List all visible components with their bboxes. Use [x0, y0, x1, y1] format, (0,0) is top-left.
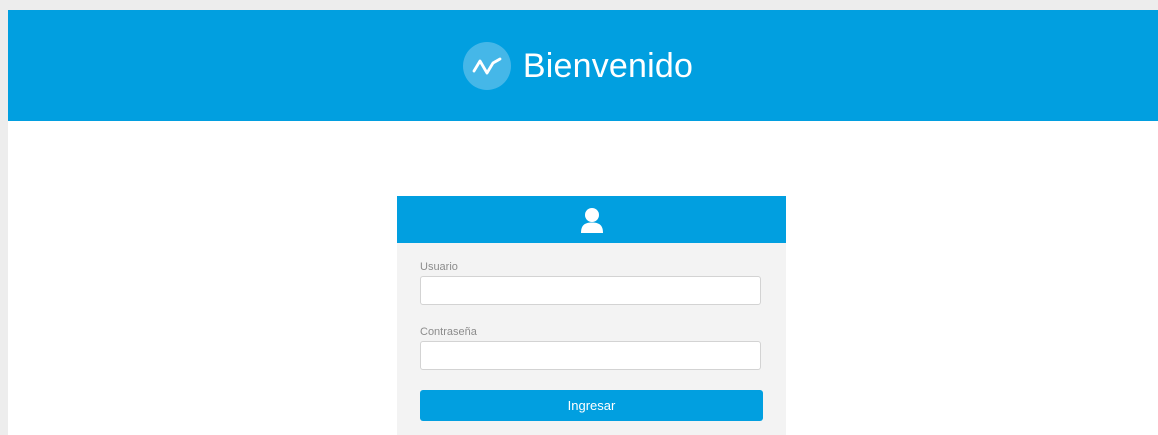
- page-title: Bienvenido: [522, 46, 694, 85]
- login-card-header: [397, 196, 786, 243]
- page: Bienvenido Usuario Contraseña Ingresar: [8, 10, 1158, 435]
- login-button[interactable]: Ingresar: [420, 390, 763, 421]
- password-label: Contraseña: [420, 326, 477, 338]
- activity-wave-icon: [462, 41, 511, 90]
- header-banner: Bienvenido: [8, 10, 1158, 121]
- username-input[interactable]: [420, 276, 761, 305]
- brand: Bienvenido: [462, 41, 694, 90]
- login-card: Usuario Contraseña Ingresar: [397, 196, 786, 435]
- username-label: Usuario: [420, 261, 458, 273]
- password-input[interactable]: [420, 341, 761, 370]
- user-icon: [580, 207, 603, 233]
